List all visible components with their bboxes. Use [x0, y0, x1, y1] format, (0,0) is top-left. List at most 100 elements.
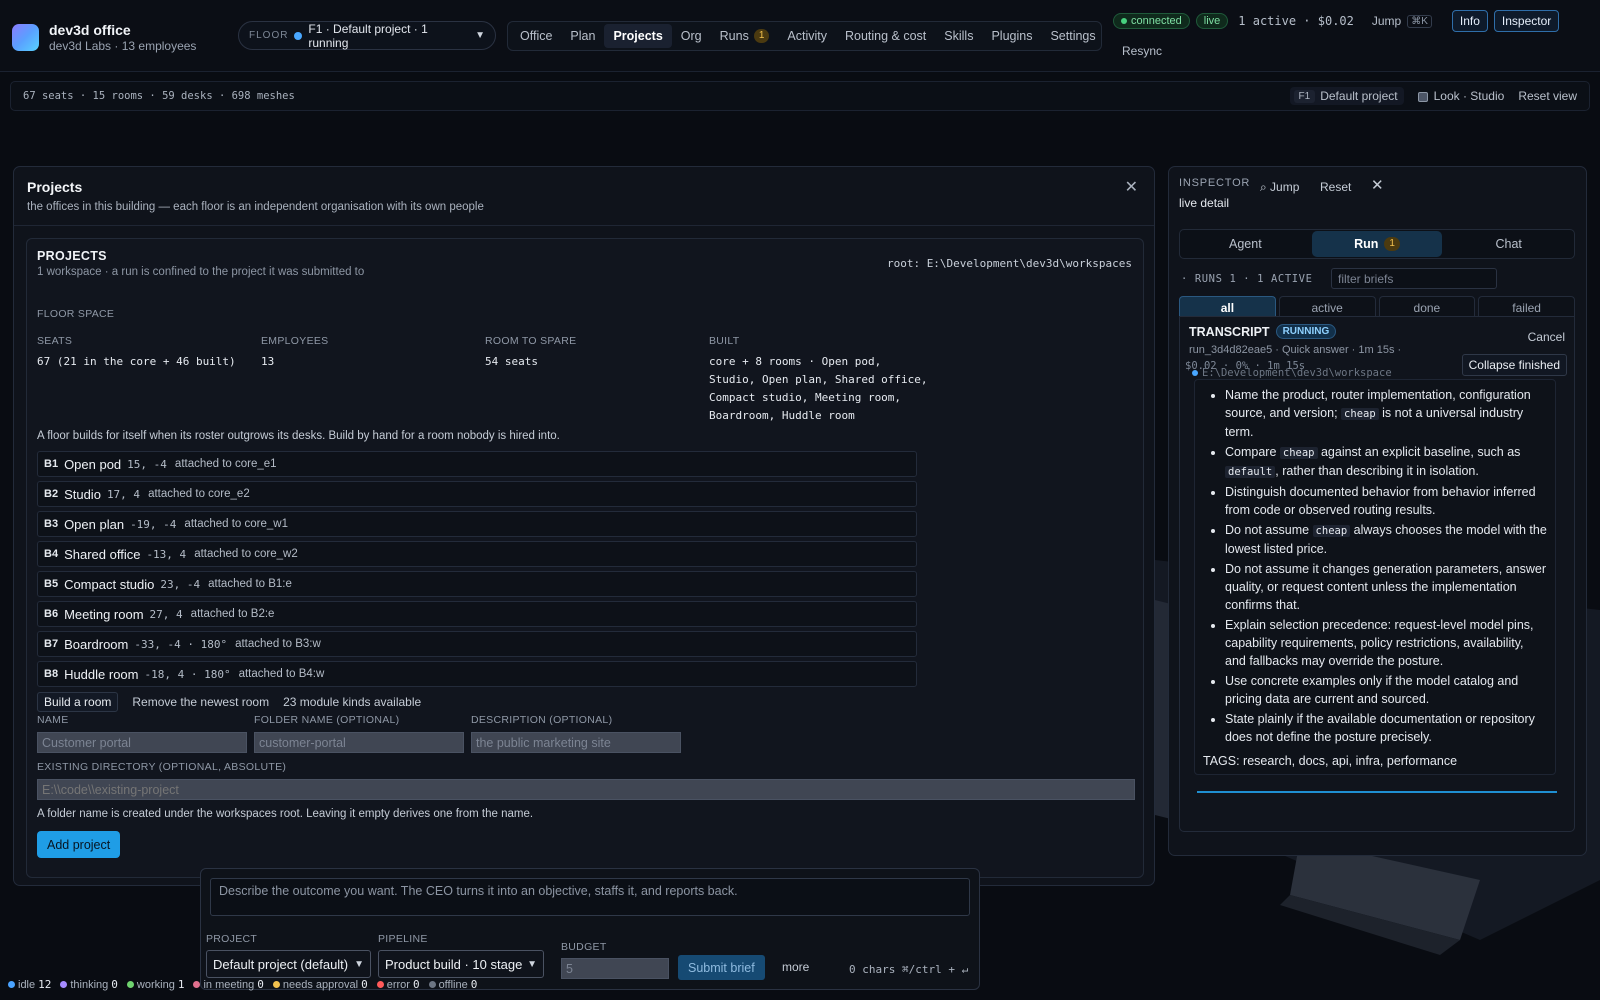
inline-code: cheap: [1341, 408, 1379, 420]
filter-failed[interactable]: failed: [1478, 296, 1575, 318]
projects-subtitle: the offices in this building — each floo…: [27, 201, 484, 213]
filter-done[interactable]: done: [1378, 296, 1476, 318]
budget-label: BUDGET: [561, 941, 607, 953]
build-room-button[interactable]: Build a room: [37, 692, 119, 712]
room-coord: -19, -4: [130, 517, 177, 531]
directory-note: A folder name is created under the works…: [37, 808, 534, 820]
run-count-badge: 1: [1384, 237, 1400, 251]
projects-card: PROJECTS 1 workspace · a run is confined…: [26, 238, 1144, 878]
folder-name-input[interactable]: [254, 732, 464, 753]
inspector-reset-button[interactable]: Reset: [1320, 180, 1351, 194]
description-input[interactable]: [471, 732, 681, 753]
name-label: NAME: [37, 714, 69, 726]
filter-all[interactable]: all: [1179, 296, 1276, 318]
submit-brief-button[interactable]: Submit brief: [678, 955, 765, 980]
employees-label: EMPLOYEES: [261, 335, 329, 347]
brief-textarea[interactable]: [210, 878, 970, 916]
legend-count: 0: [470, 978, 478, 991]
run-path: E:\Development\dev3d\workspace: [1192, 367, 1392, 379]
transcript-text: Do not assume it changes generation para…: [1225, 562, 1547, 612]
close-icon[interactable]: ✕: [1125, 177, 1138, 197]
tab-run-label: Run: [1354, 237, 1379, 251]
room-row[interactable]: B1 Open pod 15, -4 attached to core_e1: [37, 451, 917, 477]
close-icon[interactable]: ✕: [1371, 176, 1384, 194]
legend-dot: [428, 981, 436, 988]
existing-directory-input[interactable]: [37, 779, 1135, 800]
room-attachment: attached to B4:w: [238, 668, 325, 680]
more-button[interactable]: more: [782, 960, 809, 974]
module-kinds-count: 23 module kinds available: [283, 695, 422, 709]
legend-count: 0: [111, 978, 118, 991]
legend-dot: [126, 981, 134, 988]
legend-count: 0: [361, 978, 368, 991]
room-attachment: attached to B1:e: [208, 578, 292, 590]
room-row[interactable]: B8 Huddle room -18, 4 · 180° attached to B4…: [37, 661, 917, 687]
cancel-run-button[interactable]: Cancel: [1528, 330, 1565, 344]
room-row[interactable]: B3 Open plan -19, -4 attached to core_w1: [37, 511, 917, 537]
room-coord: 23, -4: [160, 577, 201, 591]
room-id: B3: [44, 518, 59, 530]
projects-panel: Projects the offices in this building — …: [13, 166, 1155, 886]
transcript-text: State plainly if the available documenta…: [1225, 712, 1535, 744]
legend-label: working: [136, 978, 175, 991]
room-row[interactable]: B6 Meeting room 27, 4 attached to B2:e: [37, 601, 917, 627]
legend-dot: [272, 981, 280, 988]
seats-value: 67 (21 in the core + 46 built): [37, 355, 236, 368]
transcript-item: Use concrete examples only if the model …: [1225, 672, 1547, 708]
pipeline-label: PIPELINE: [378, 933, 428, 945]
room-coord: -13, 4: [146, 547, 187, 561]
inspector-title: INSPECTOR: [1179, 177, 1251, 189]
transcript-text: , rather than describing it in isolation…: [1275, 464, 1479, 478]
project-label: PROJECT: [206, 933, 258, 945]
budget-input[interactable]: [561, 958, 669, 979]
inspector-jump-button[interactable]: ⌕ Jump: [1260, 180, 1299, 195]
filter-active[interactable]: active: [1278, 296, 1376, 318]
room-row[interactable]: B7 Boardroom -33, -4 · 180° attached to B3:…: [37, 631, 917, 657]
room-row[interactable]: B4 Shared office -13, 4 attached to core_w2: [37, 541, 917, 567]
room-id: B5: [44, 578, 59, 590]
tab-agent[interactable]: Agent: [1180, 230, 1311, 258]
transcript-title: TRANSCRIPT: [1189, 324, 1270, 339]
project-select[interactable]: Default project (default) ▼: [206, 950, 371, 978]
legend-dot: [60, 981, 68, 988]
project-name-input[interactable]: [37, 732, 247, 753]
employees-stat: EMPLOYEES 13: [261, 335, 481, 371]
legend-label: in meeting: [203, 978, 255, 991]
inspector-subtitle: live detail: [1179, 196, 1230, 210]
tab-chat[interactable]: Chat: [1443, 230, 1574, 258]
room-row[interactable]: B5 Compact studio 23, -4 attached to B1:e: [37, 571, 917, 597]
built-label: BUILT: [709, 335, 740, 347]
transcript-text: Compare: [1225, 445, 1280, 459]
filter-briefs-input[interactable]: [1331, 268, 1497, 289]
collapse-finished-button[interactable]: Collapse finished: [1461, 354, 1567, 376]
transcript-text: against an explicit baseline, such as: [1317, 445, 1521, 459]
add-project-button[interactable]: Add project: [37, 831, 121, 858]
pipeline-select-value: Product build · 10 stage: [385, 956, 523, 972]
room-id: B6: [44, 608, 59, 620]
projects-title: Projects: [27, 179, 83, 195]
transcript-item: Distinguish documented behavior from beh…: [1225, 483, 1547, 519]
legend-dot: [376, 981, 384, 988]
legend-label: offline: [438, 978, 468, 991]
room-list: B1 Open pod 15, -4 attached to core_e1 B2 St…: [37, 451, 917, 691]
legend-dot: [8, 981, 15, 988]
room-name: Open plan: [64, 516, 125, 532]
seats-label: SEATS: [37, 335, 73, 347]
pipeline-select[interactable]: Product build · 10 stage ▼: [378, 950, 544, 978]
tab-run[interactable]: Run 1: [1311, 231, 1443, 257]
legend-label: idle: [18, 978, 36, 991]
legend-count: 12: [38, 978, 52, 991]
inline-code: cheap: [1312, 525, 1351, 537]
chevron-down-icon: ▼: [354, 958, 364, 970]
room-row[interactable]: B2 Studio 17, 4 attached to core_e2: [37, 481, 917, 507]
brief-composer: PROJECT Default project (default) ▼ PIPEL…: [200, 868, 980, 990]
legend-count: 0: [412, 978, 420, 991]
chevron-down-icon: ▼: [527, 958, 537, 970]
remove-room-button[interactable]: Remove the newest room: [132, 695, 269, 709]
agent-state-legend: idle 12 thinking 0 working 1 in meeting 0 needs …: [8, 978, 477, 991]
path-dot: [1192, 370, 1198, 376]
room-attachment: attached to B2:e: [190, 608, 275, 620]
projects-header: Projects the offices in this building — …: [14, 167, 1154, 226]
legend-label: error: [386, 978, 410, 991]
legend-item: needs approval 0: [272, 978, 368, 991]
